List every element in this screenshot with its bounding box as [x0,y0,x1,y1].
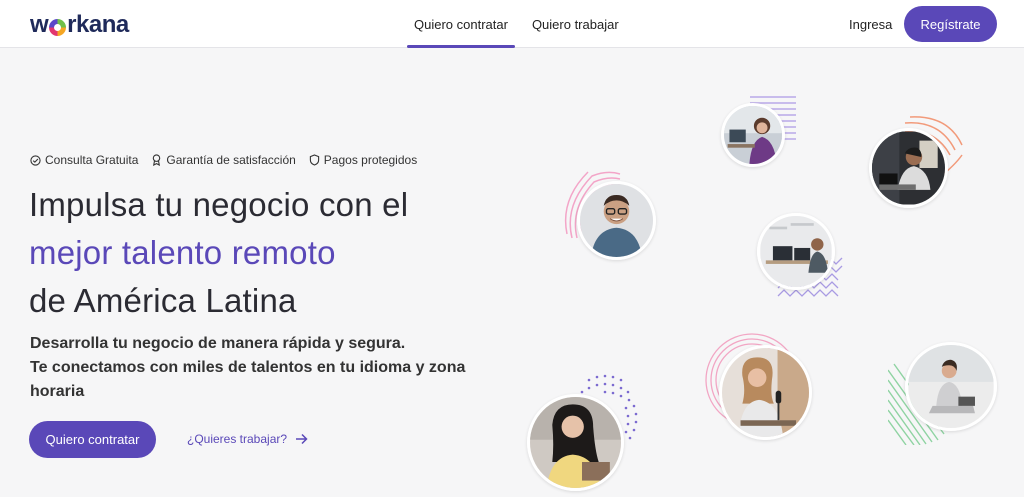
top-navbar: w rkana Quiero contratar Quiero trabajar … [0,0,1024,48]
logo-o-icon [49,18,67,36]
hero-headline: Impulsa tu negocio con el mejor talento … [29,181,408,325]
badge-pagos-protegidos: Pagos protegidos [309,153,417,167]
talent-photo-man-glasses [577,181,656,260]
talent-photo-woman-headset [721,103,785,167]
subtitle-line-1: Desarrolla tu negocio de manera rápida y… [30,335,406,352]
hire-cta-button[interactable]: Quiero contratar [29,421,156,458]
headline-line-2-accent: mejor talento remoto [29,234,336,271]
hero-subtitle: Desarrolla tu negocio de manera rápida y… [30,332,500,404]
talent-photo-woman-reading [527,394,624,491]
headline-line-1: Impulsa tu negocio con el [29,186,409,223]
shield-icon [309,154,319,166]
badge-label: Pagos protegidos [323,153,418,167]
badge-garantia: Garantía de satisfacción [151,153,296,167]
want-to-work-link[interactable]: ¿Quieres trabajar? [187,432,308,446]
subtitle-line-2: Te conectamos con miles de talentos en t… [30,359,466,400]
talent-photo-man-workstation [757,213,835,290]
main-nav: Quiero contratar Quiero trabajar [407,0,636,48]
badge-consulta-gratuita: Consulta Gratuita [30,153,138,167]
check-circle-icon [30,154,41,166]
award-icon [153,154,161,166]
logo-text-prefix: w [30,11,49,38]
nav-item-quiero-trabajar[interactable]: Quiero trabajar [525,0,626,48]
badge-label: Garantía de satisfacción [166,153,296,167]
talent-photo-woman-microphone [719,345,812,440]
login-link[interactable]: Ingresa [849,17,892,32]
headline-line-3: de América Latina [29,282,297,319]
talent-photo-woman-laptop-floor [905,342,997,431]
badge-label: Consulta Gratuita [45,153,139,167]
talent-photo-man-desk-dark [869,128,948,208]
workana-logo[interactable]: w rkana [30,11,129,39]
nav-item-quiero-contratar[interactable]: Quiero contratar [407,0,515,48]
want-to-work-label: ¿Quieres trabajar? [187,432,288,446]
arrow-right-icon [296,433,308,445]
logo-text-suffix: rkana [67,11,129,38]
register-button[interactable]: Regístrate [904,6,997,42]
trust-badges: Consulta Gratuita Garantía de satisfacci… [30,153,430,167]
